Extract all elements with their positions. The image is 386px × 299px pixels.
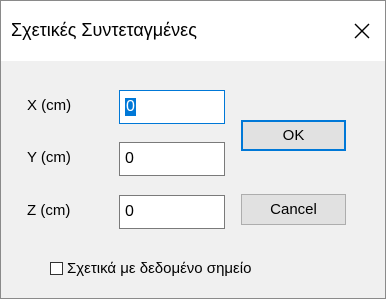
title-bar: Σχετικές Συντεταγμένες xyxy=(1,1,385,61)
z-value: 0 xyxy=(125,203,134,220)
y-label: Y (cm) xyxy=(27,149,71,166)
close-icon xyxy=(354,23,370,39)
relative-coordinates-dialog: Σχετικές Συντεταγμένες X (cm) 0 Y (cm) 0… xyxy=(0,0,386,299)
ok-button[interactable]: OK xyxy=(241,120,346,151)
z-label: Z (cm) xyxy=(27,202,71,219)
cancel-button[interactable]: Cancel xyxy=(241,194,346,225)
close-button[interactable] xyxy=(339,1,385,61)
y-input[interactable]: 0 xyxy=(119,142,225,176)
y-value: 0 xyxy=(125,150,134,167)
relative-point-option[interactable]: Σχετικά με δεδομένο σημείο xyxy=(50,260,251,277)
x-value: 0 xyxy=(125,98,136,116)
z-input[interactable]: 0 xyxy=(119,195,225,229)
relative-point-label: Σχετικά με δεδομένο σημείο xyxy=(67,260,252,277)
dialog-title: Σχετικές Συντεταγμένες xyxy=(11,20,197,40)
x-input[interactable]: 0 xyxy=(119,90,225,124)
x-label: X (cm) xyxy=(27,97,72,114)
relative-point-checkbox[interactable] xyxy=(50,262,63,275)
